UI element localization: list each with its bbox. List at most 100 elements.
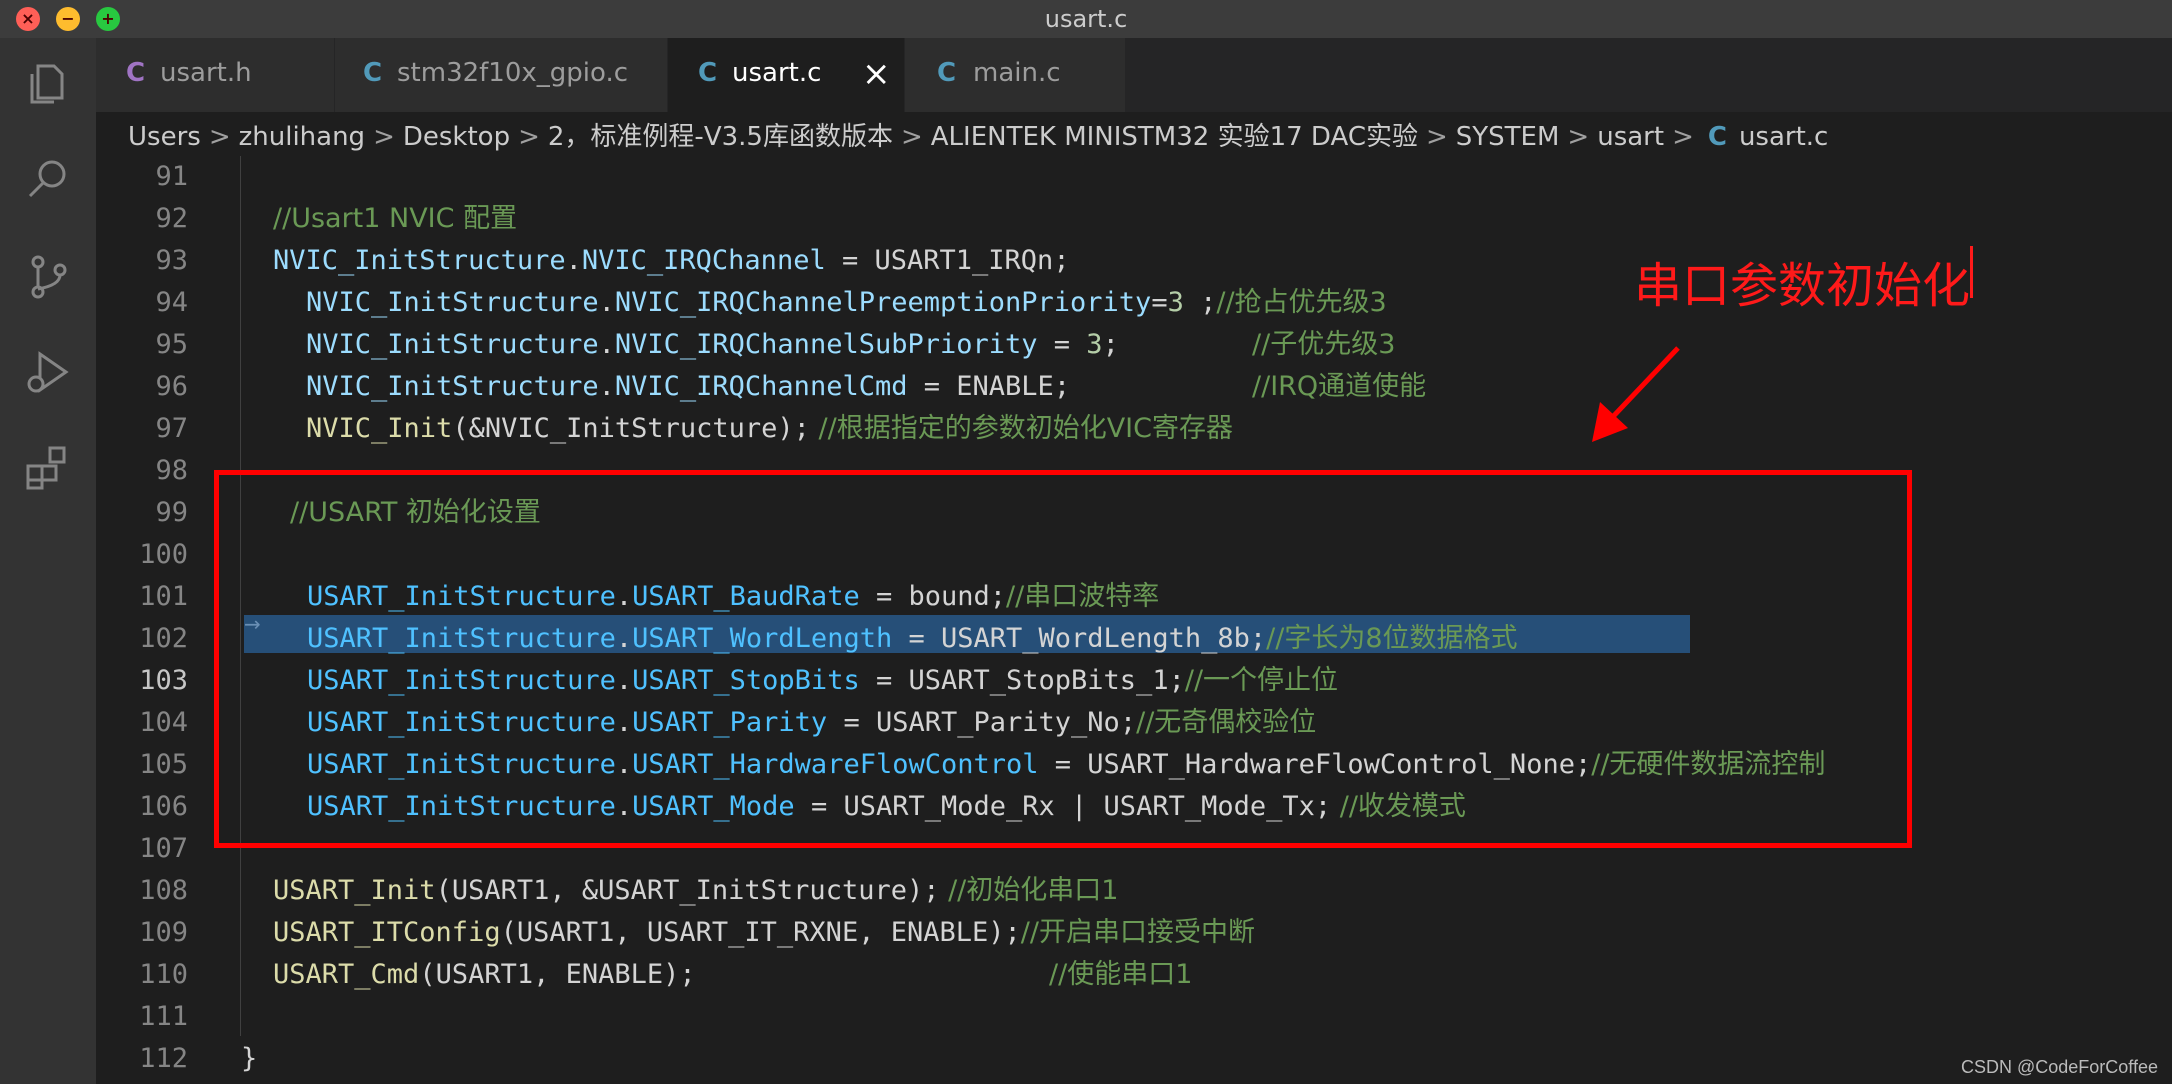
tab-label: main.c (973, 58, 1061, 88)
code-member: NVIC_IRQChannelSubPriority (614, 329, 1038, 360)
code-line: 109 USART_ITConfig(USART1, USART_IT_RXNE… (96, 912, 2172, 954)
watermark: CSDN @CodeForCoffee (1960, 1057, 2158, 1077)
activity-bar (0, 38, 96, 1084)
code-line: 92 //Usart1 NVIC 配置 (96, 198, 2172, 240)
line-number: 110 (139, 959, 188, 990)
line-number: 95 (155, 329, 188, 360)
tab-label: usart.c (732, 58, 822, 88)
code-line: 91 (96, 156, 2172, 198)
code-number: 3 (1086, 329, 1103, 360)
code-function: USART_Cmd (273, 959, 420, 990)
code-variable: NVIC_InitStructure (306, 329, 599, 360)
code-variable: NVIC_InitStructure (273, 245, 566, 276)
code-comment: //开启串口接受中断 (1020, 917, 1255, 948)
c-file-icon: C (363, 58, 383, 88)
breadcrumb-item[interactable]: ALIENTEK MINISTM32 实验17 DAC实验 (931, 122, 1418, 152)
code-variable: NVIC_InitStructure (306, 287, 599, 318)
breadcrumb-item[interactable]: zhulihang (239, 122, 365, 152)
code-args: (USART1, ENABLE); (419, 959, 696, 990)
line-number: 111 (139, 1001, 188, 1032)
breadcrumb: Users > zhulihang > Desktop >2，标准例程-V3.5库函数版本… (96, 112, 2172, 156)
source-control-icon[interactable] (24, 252, 72, 300)
line-number: 99 (155, 497, 188, 528)
tab-usart-h[interactable]: C usart.h (96, 38, 335, 112)
window-title: usart.c (1044, 5, 1128, 33)
breadcrumb-item[interactable]: Users (128, 122, 201, 152)
breadcrumb-item[interactable]: Desktop (403, 122, 510, 152)
code-comment: //使能串口1 (1049, 959, 1193, 990)
tab-bar: C usart.h C stm32f10x_gpio.c C usart.c ×… (96, 38, 2172, 112)
code-function: USART_Init (273, 875, 436, 906)
title-bar: × − + usart.c (0, 0, 2172, 38)
breadcrumb-file[interactable]: usart.c (1739, 122, 1828, 152)
code-operator: = (1151, 287, 1168, 318)
line-number: 104 (139, 707, 188, 738)
code-args: (&NVIC_InitStructure); (452, 413, 810, 444)
code-args: (USART1, USART_IT_RXNE, ENABLE); (500, 917, 1021, 948)
line-number: 97 (155, 413, 188, 444)
c-file-icon: C (1707, 122, 1727, 152)
code-line: 97 NVIC_Init(&NVIC_InitStructure); //根据指… (96, 408, 2172, 450)
run-debug-icon[interactable] (24, 348, 72, 396)
annotation-arrow-icon (1592, 346, 1680, 442)
tab-stm32f10x-gpio-c[interactable]: C stm32f10x_gpio.c (335, 38, 668, 112)
extensions-icon[interactable] (24, 444, 72, 492)
line-number: 109 (139, 917, 188, 948)
tab-main-c[interactable]: C main.c (905, 38, 1126, 112)
code-punct: ; (1053, 371, 1071, 402)
line-number: 94 (155, 287, 188, 318)
line-number: 103 (139, 665, 188, 696)
annotation-label: 串口参数初始化 (1634, 258, 1971, 314)
code-comment: //Usart1 NVIC 配置 (273, 203, 518, 234)
tab-usart-c[interactable]: C usart.c × (668, 38, 905, 112)
line-number: 100 (139, 539, 188, 570)
code-comment: //IRQ通道使能 (1252, 371, 1427, 402)
code-comment: //子优先级3 (1252, 329, 1396, 360)
c-file-icon: C (126, 58, 146, 88)
chevron-right-icon: > (208, 122, 231, 152)
highlight-box (214, 470, 1912, 848)
line-number: 105 (139, 749, 188, 780)
code-value: ENABLE (956, 371, 1054, 402)
code-punct: ; (1053, 245, 1070, 276)
chevron-right-icon: > (373, 122, 395, 152)
line-number: 98 (155, 455, 188, 486)
code-comment: //抢占优先级3 (1216, 287, 1387, 318)
line-number: 107 (139, 833, 188, 864)
tab-label: stm32f10x_gpio.c (397, 58, 629, 88)
line-number: 108 (139, 875, 188, 906)
chevron-right-icon: > (1672, 122, 1694, 152)
breadcrumb-item[interactable]: usart (1597, 122, 1664, 152)
code-line: 96 NVIC_InitStructure.NVIC_IRQChannelCmd… (96, 366, 2172, 408)
chevron-right-icon: > (1567, 122, 1590, 152)
close-tab-icon[interactable]: × (862, 52, 891, 96)
code-line: 108 USART_Init(USART1, &USART_InitStruct… (96, 870, 2172, 912)
code-value: USART1_IRQn (874, 245, 1054, 276)
files-icon[interactable] (24, 60, 72, 108)
code-number: 3 (1167, 287, 1184, 318)
text-cursor (1970, 246, 1973, 298)
code-operator: = (1037, 329, 1087, 360)
code-operator: = (907, 371, 957, 402)
chevron-right-icon: > (1425, 122, 1448, 152)
code-line: 95 NVIC_InitStructure.NVIC_IRQChannelSub… (96, 324, 2172, 366)
breadcrumb-item[interactable]: SYSTEM (1456, 122, 1560, 152)
code-brace: } (241, 1043, 258, 1074)
code-line: 112 } (96, 1038, 2172, 1080)
line-number: 92 (155, 203, 188, 234)
line-number: 102 (139, 623, 188, 654)
code-operator: = (825, 245, 875, 276)
chevron-right-icon: > (518, 122, 540, 152)
c-file-icon: C (698, 58, 718, 88)
breadcrumb-item[interactable]: 2，标准例程-V3.5库函数版本 (548, 122, 893, 152)
line-number: 91 (155, 161, 188, 192)
code-member: NVIC_IRQChannelPreemptionPriority (614, 287, 1152, 318)
code-punct: ; (1102, 329, 1119, 360)
line-number: 101 (139, 581, 188, 612)
search-icon[interactable] (24, 156, 72, 204)
code-line: 111 (96, 996, 2172, 1038)
c-file-icon: C (937, 58, 957, 88)
line-number: 93 (155, 245, 188, 276)
line-number: 96 (155, 371, 188, 402)
code-line: 110 USART_Cmd(USART1, ENABLE); //使能串口1 (96, 954, 2172, 996)
